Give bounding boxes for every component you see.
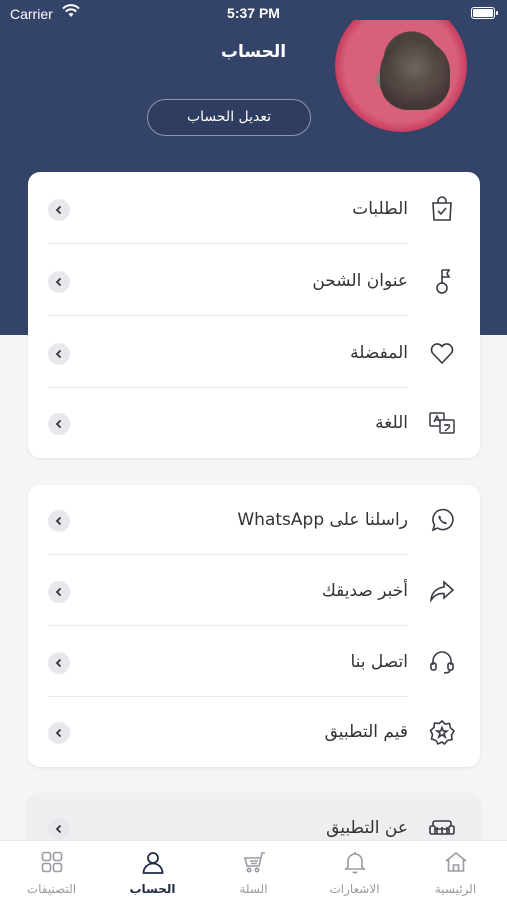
headset-icon: [430, 651, 454, 674]
menu-item-label: الطلبات: [352, 199, 408, 219]
bell-icon: [344, 852, 366, 874]
support-menu-card: راسلنا على WhatsApp أخبر صديقك اتصل بنا …: [28, 485, 480, 767]
chevron-left-icon: [48, 510, 70, 532]
chevron-left-icon: [48, 581, 70, 603]
tab-label: الحساب: [129, 882, 176, 896]
battery-icon: [471, 7, 498, 19]
cart-icon: [243, 852, 265, 873]
chevron-left-icon: [48, 652, 70, 674]
shopping-bag-check-icon: [432, 196, 452, 221]
user-icon: [142, 852, 164, 874]
divider: [48, 554, 408, 555]
tab-home[interactable]: الرئيسية: [405, 841, 506, 900]
menu-item-label: اتصل بنا: [350, 652, 408, 672]
tab-label: السلة: [239, 882, 268, 896]
chevron-left-icon: [48, 722, 70, 744]
menu-item-label: أخبر صديقك: [321, 581, 408, 601]
menu-item-tell-friend[interactable]: أخبر صديقك: [28, 556, 480, 626]
divider: [48, 625, 408, 626]
menu-item-label: اللغة: [375, 413, 408, 433]
menu-item-orders[interactable]: الطلبات: [28, 174, 480, 244]
divider: [48, 243, 408, 244]
sofa-icon: [429, 820, 455, 835]
tab-account[interactable]: الحساب: [102, 841, 203, 900]
menu-item-language[interactable]: اللغة: [28, 388, 480, 458]
home-icon: [445, 851, 467, 872]
location-flag-icon: [436, 269, 451, 294]
menu-item-whatsapp[interactable]: راسلنا على WhatsApp: [28, 485, 480, 555]
account-menu-card: الطلبات عنوان الشحن المفضلة اللغة: [28, 172, 480, 458]
menu-item-label: عنوان الشحن: [312, 271, 408, 291]
menu-item-rate-app[interactable]: قيم التطبيق: [28, 697, 480, 767]
tab-label: الرئيسية: [434, 882, 477, 896]
chevron-left-icon: [48, 343, 70, 365]
tab-label: الاشعارات: [329, 882, 380, 896]
menu-item-label: راسلنا على WhatsApp: [237, 510, 408, 530]
menu-item-contact-us[interactable]: اتصل بنا: [28, 627, 480, 697]
chevron-left-icon: [48, 818, 70, 840]
menu-item-favorites[interactable]: المفضلة: [28, 318, 480, 388]
whatsapp-icon: [431, 508, 454, 532]
clock: 5:37 PM: [227, 5, 280, 21]
chevron-left-icon: [48, 199, 70, 221]
star-badge-icon: [429, 719, 456, 746]
menu-item-shipping-address[interactable]: عنوان الشحن: [28, 246, 480, 316]
heart-icon: [430, 343, 454, 365]
menu-item-label: قيم التطبيق: [324, 722, 408, 742]
tab-notifications[interactable]: الاشعارات: [304, 841, 405, 900]
tab-cart[interactable]: السلة: [203, 841, 304, 900]
translate-icon: [429, 412, 455, 434]
edit-account-button[interactable]: تعديل الحساب: [147, 99, 311, 136]
grid-icon: [41, 851, 63, 873]
bottom-tab-bar: الرئيسية الاشعارات السلة الحساب التصنيفا…: [0, 840, 507, 900]
share-arrow-icon: [429, 580, 455, 603]
tab-label: التصنيفات: [26, 882, 77, 896]
tab-categories[interactable]: التصنيفات: [1, 841, 102, 900]
chevron-left-icon: [48, 271, 70, 293]
chevron-left-icon: [48, 413, 70, 435]
divider: [48, 315, 408, 316]
menu-item-label: المفضلة: [350, 343, 408, 363]
